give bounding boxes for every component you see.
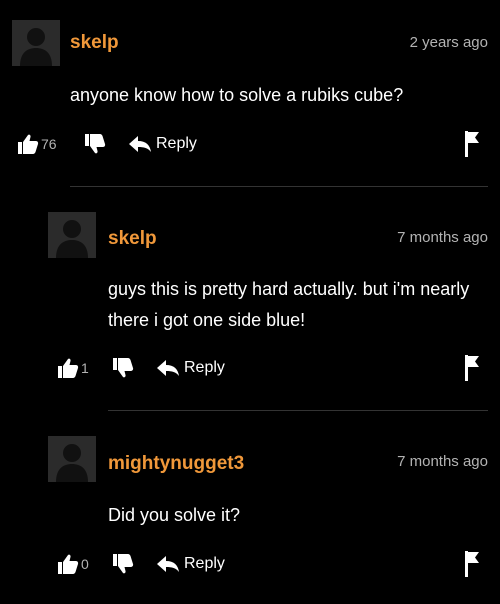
avatar[interactable] [12,20,60,66]
reply-label: Reply [184,555,225,572]
like-button[interactable]: 0 [56,552,89,576]
comment: skelp 2 years ago anyone know how to sol… [0,0,500,186]
comment-text: anyone know how to solve a rubiks cube? [70,85,404,105]
reply-arrow-icon [128,134,152,154]
flag-icon [464,130,480,158]
thumbs-down-icon [83,132,107,156]
thumbs-down-icon [111,356,135,380]
reply-button[interactable]: Reply [156,356,225,380]
flag-button[interactable] [464,354,480,387]
reply-label: Reply [156,135,197,152]
like-button[interactable]: 1 [56,356,89,380]
comment-time: 2 years ago [409,34,488,51]
comment: mightynugget3 7 months ago Did you solve… [0,410,500,604]
dislike-button[interactable] [111,552,135,576]
like-count: 0 [81,556,89,572]
thumbs-up-icon [56,552,80,576]
flag-button[interactable] [464,130,480,163]
dislike-button[interactable] [111,356,135,380]
thumbs-up-icon [16,132,40,156]
reply-arrow-icon [156,358,180,378]
comment-actions: 0 Reply [56,552,490,576]
like-button[interactable]: 76 [16,132,57,156]
comment-username[interactable]: skelp [70,32,119,54]
comment-text: guys this is pretty hard actually. but i… [108,279,470,330]
flag-icon [464,354,480,382]
comment-time: 7 months ago [397,229,488,246]
thumbs-up-icon [56,356,80,380]
comment-time: 7 months ago [397,453,488,470]
comment-username[interactable]: skelp [108,228,157,250]
like-count: 1 [81,360,89,376]
flag-button[interactable] [464,550,480,583]
reply-button[interactable]: Reply [128,132,197,156]
reply-label: Reply [184,359,225,376]
comment-text: Did you solve it? [108,505,241,525]
like-count: 76 [41,136,57,152]
reply-arrow-icon [156,554,180,574]
user-silhouette-icon [12,20,60,66]
user-silhouette-icon [48,436,96,482]
avatar[interactable] [48,436,96,482]
avatar[interactable] [48,212,96,258]
thumbs-down-icon [111,552,135,576]
comment: skelp 7 months ago guys this is pretty h… [0,186,500,410]
comment-actions: 1 Reply [56,356,490,380]
reply-button[interactable]: Reply [156,552,225,576]
flag-icon [464,550,480,578]
comment-actions: 76 Reply [16,132,490,156]
comment-username[interactable]: mightynugget3 [108,453,244,475]
dislike-button[interactable] [83,132,107,156]
user-silhouette-icon [48,212,96,258]
